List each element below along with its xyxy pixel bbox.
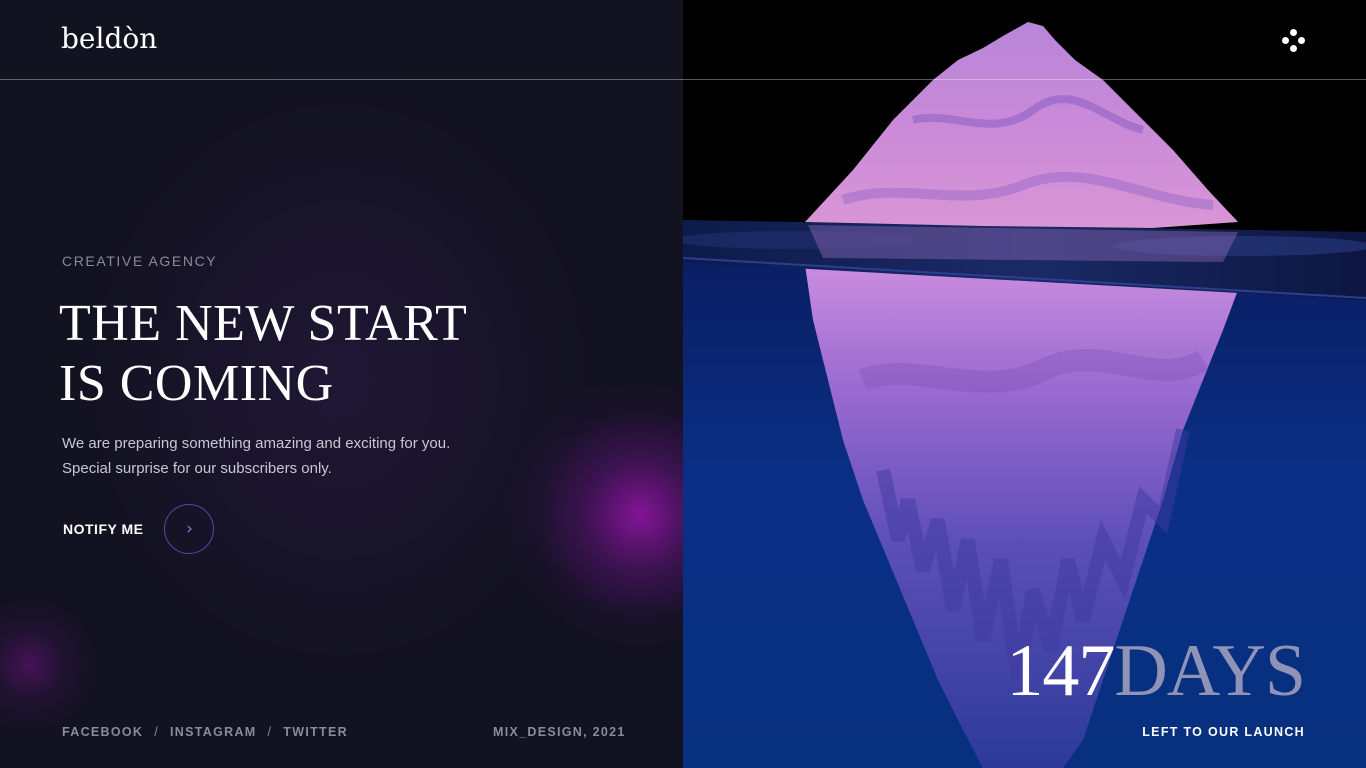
headline-line-2: IS COMING bbox=[59, 355, 334, 412]
countdown-value: 147 bbox=[1006, 630, 1115, 712]
notify-me-label[interactable]: NOTIFY ME bbox=[63, 521, 143, 537]
facebook-link[interactable]: FACEBOOK bbox=[62, 725, 143, 739]
twitter-link[interactable]: TWITTER bbox=[283, 725, 348, 739]
instagram-link[interactable]: INSTAGRAM bbox=[170, 725, 256, 739]
eyebrow-label: CREATIVE AGENCY bbox=[62, 253, 218, 269]
hero-headline: THE NEW START IS COMING bbox=[59, 294, 467, 414]
menu-dot bbox=[1282, 37, 1289, 44]
description-line-2: Special surprise for our subscribers onl… bbox=[62, 460, 332, 477]
menu-dot bbox=[1290, 45, 1297, 52]
notify-me-button[interactable]: NOTIFY ME › bbox=[63, 504, 215, 554]
separator: / bbox=[154, 725, 160, 739]
separator: / bbox=[267, 725, 273, 739]
description-line-1: We are preparing something amazing and e… bbox=[62, 435, 451, 452]
menu-dot bbox=[1290, 29, 1297, 36]
countdown-unit: DAYS bbox=[1114, 630, 1306, 712]
social-links: FACEBOOK / INSTAGRAM / TWITTER bbox=[62, 725, 348, 739]
four-dot-menu-icon[interactable] bbox=[1281, 28, 1307, 54]
menu-dot bbox=[1298, 37, 1305, 44]
credit-text: MIX_DESIGN, 2021 bbox=[493, 725, 626, 739]
chevron-right-icon[interactable]: › bbox=[164, 504, 215, 554]
countdown-caption: LEFT TO OUR LAUNCH bbox=[1142, 725, 1305, 739]
countdown-display: 147DAYS bbox=[1006, 628, 1306, 714]
headline-line-1: THE NEW START bbox=[59, 295, 468, 352]
hero-description: We are preparing something amazing and e… bbox=[62, 431, 450, 481]
brand-logo[interactable]: beldòn bbox=[61, 22, 157, 55]
header-divider bbox=[0, 79, 1366, 80]
